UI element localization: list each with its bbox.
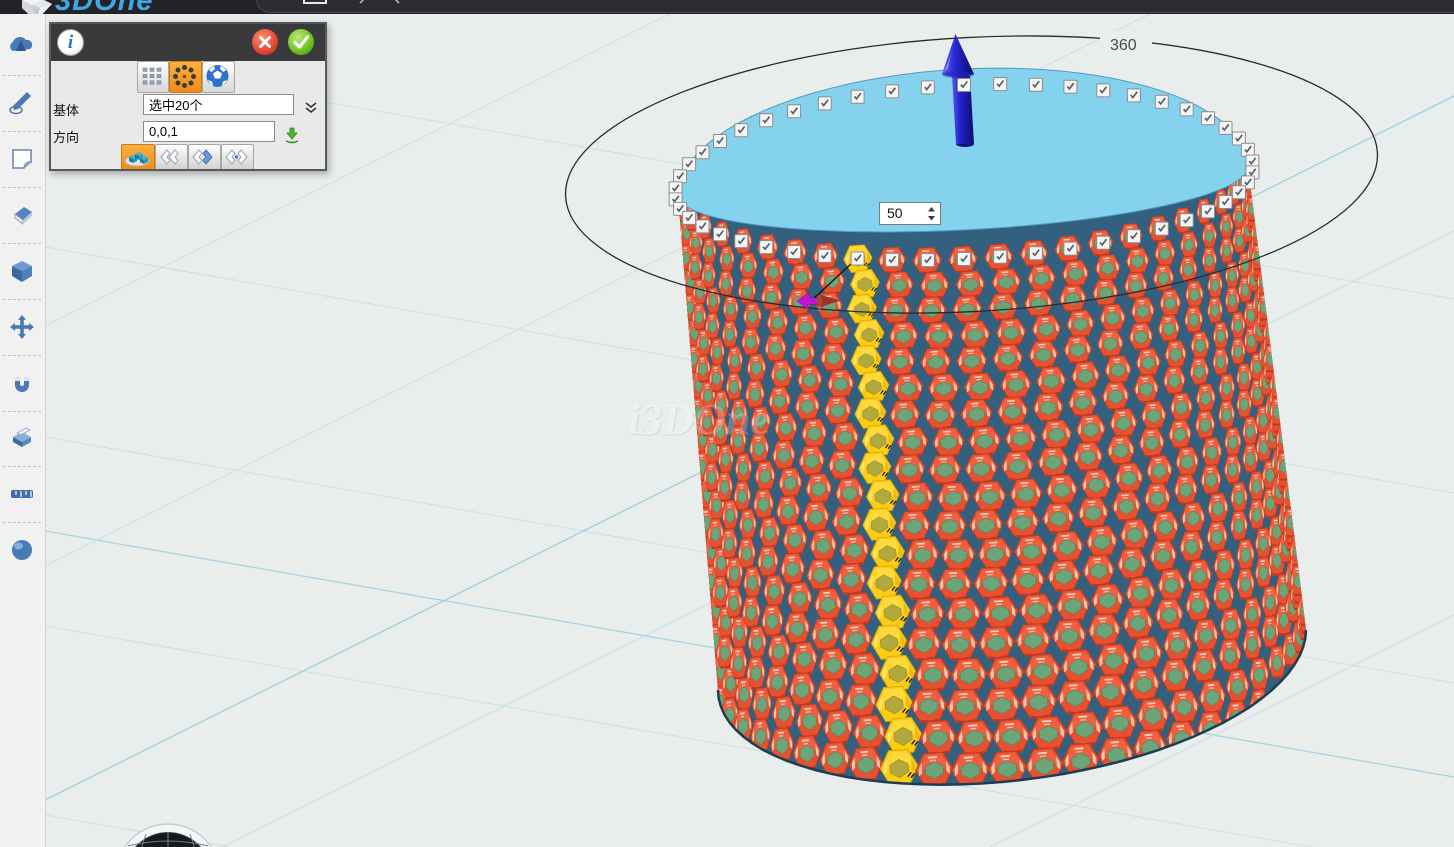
- svg-text:50: 50: [887, 205, 903, 221]
- svg-text:360: 360: [1110, 37, 1137, 54]
- svg-text:i3DOne: i3DOne: [628, 395, 770, 444]
